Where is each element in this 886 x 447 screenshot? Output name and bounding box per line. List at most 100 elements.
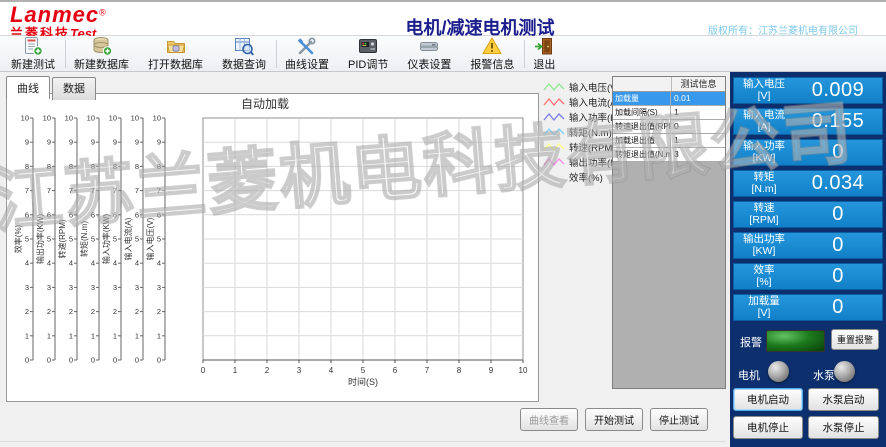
copyright-text: 版权所有：江苏兰菱机电有限公司 [708, 22, 858, 37]
toolbar-button-label: 退出 [533, 56, 555, 72]
toolbar-button[interactable]: 打开数据库 [143, 37, 208, 71]
app-header: Lanmec® 兰菱科技Test 电机/减速电机测试 版权所有：江苏兰菱机电有限… [0, 0, 886, 36]
param-value: 3 [671, 148, 725, 161]
start-test-button[interactable]: 开始测试 [585, 408, 643, 431]
pump-stop-button[interactable]: 水泵停止 [808, 416, 879, 439]
svg-text:转速(RPM): 转速(RPM) [57, 219, 67, 258]
svg-text:时间(S): 时间(S) [348, 376, 378, 387]
svg-text:10: 10 [21, 114, 29, 123]
test-info-table: 测试信息 加载量 0.01 加载间隔(S) 1 转速退出值(RPM) 0 [612, 76, 726, 389]
registered-mark: ® [99, 8, 106, 18]
curve-settings-icon [297, 36, 317, 56]
pid-tuning-icon [358, 36, 378, 56]
svg-text:1: 1 [157, 331, 161, 340]
svg-text:10: 10 [109, 114, 117, 123]
toolbar-button[interactable]: 数据查询 [217, 37, 271, 71]
test-info-row[interactable]: 加载退出值 1 [613, 134, 725, 148]
measurement-unit: [KW] [734, 246, 794, 258]
tab-label: 曲线 [17, 83, 39, 95]
measurement-value: 0 [794, 265, 882, 288]
svg-text:7: 7 [25, 186, 29, 195]
tab-data[interactable]: 数据 [52, 77, 96, 100]
measurement-list: 输入电压 [V] 0.009 输入电流 [A] 0.155 输入功率 [733, 77, 883, 325]
svg-text:2: 2 [47, 307, 51, 316]
svg-text:7: 7 [157, 186, 161, 195]
svg-text:9: 9 [47, 138, 51, 147]
svg-text:8: 8 [157, 162, 161, 171]
stop-test-button[interactable]: 停止测试 [650, 408, 708, 431]
test-info-header-label: 测试信息 [672, 77, 725, 91]
svg-text:6: 6 [135, 210, 139, 219]
svg-text:8: 8 [91, 162, 95, 171]
svg-text:7: 7 [425, 366, 430, 375]
toolbar-button[interactable]: 退出 [528, 37, 560, 71]
svg-text:4: 4 [135, 259, 139, 268]
svg-text:1: 1 [69, 331, 73, 340]
svg-text:效率(%): 效率(%) [13, 224, 23, 253]
svg-text:5: 5 [361, 366, 366, 375]
tab-strip: 曲线 数据 [6, 76, 98, 99]
svg-text:9: 9 [113, 138, 117, 147]
measurement-cell: 输入功率 [KW] 0 [733, 139, 883, 166]
curve-view-button[interactable]: 曲线查看 [520, 408, 578, 431]
measurement-cell: 输入电压 [V] 0.009 [733, 77, 883, 104]
svg-text:7: 7 [91, 186, 95, 195]
svg-text:6: 6 [157, 210, 161, 219]
svg-text:4: 4 [91, 259, 95, 268]
svg-text:5: 5 [157, 235, 161, 244]
series-line-icon [543, 126, 565, 138]
svg-text:5: 5 [25, 235, 29, 244]
svg-text:2: 2 [25, 307, 29, 316]
toolbar-button-label: 仪表设置 [407, 56, 451, 72]
svg-text:2: 2 [157, 307, 161, 316]
measurement-unit: [V] [734, 91, 794, 103]
toolbar-button[interactable]: 仪表设置 [402, 37, 456, 71]
svg-text:3: 3 [69, 283, 73, 292]
svg-text:3: 3 [25, 283, 29, 292]
measurement-value: 0 [794, 141, 882, 164]
svg-text:0: 0 [157, 356, 161, 365]
motor-start-button[interactable]: 电机启动 [733, 388, 803, 411]
test-info-row[interactable]: 加载量 0.01 [613, 92, 725, 106]
svg-text:4: 4 [47, 259, 51, 268]
svg-text:1: 1 [135, 331, 139, 340]
toolbar-button[interactable]: 新建测试 [6, 37, 60, 71]
toolbar-button-label: 数据查询 [222, 56, 266, 72]
exit-icon [534, 36, 554, 56]
pump-start-button[interactable]: 水泵启动 [808, 388, 879, 411]
svg-text:10: 10 [153, 114, 161, 123]
test-info-row[interactable]: 转速退出值(RPM) 0 [613, 120, 725, 134]
series-line-icon [543, 111, 565, 123]
toolbar-button[interactable]: 报警信息 [465, 37, 519, 71]
tab-curve[interactable]: 曲线 [6, 76, 50, 99]
test-info-row[interactable]: 加载间隔(S) 1 [613, 106, 725, 120]
test-info-row[interactable]: 转矩退出值(N.m) 3 [613, 148, 725, 162]
svg-text:0: 0 [47, 356, 51, 365]
toolbar-button-label: 报警信息 [470, 56, 514, 72]
open-database-icon [166, 36, 186, 56]
motor-stop-button[interactable]: 电机停止 [733, 416, 803, 439]
reset-alarm-button[interactable]: 重置报警 [831, 329, 879, 350]
svg-text:2: 2 [265, 366, 270, 375]
toolbar: 新建测试 新建数据库 打开数据库 数据查询 曲线设置 PID调节 仪表设置 [0, 36, 886, 72]
toolbar-button[interactable]: PID调节 [343, 37, 393, 71]
toolbar-button-label: PID调节 [348, 56, 388, 72]
table-empty-area [613, 162, 725, 388]
series-line-icon [543, 81, 565, 93]
param-value: 1 [671, 106, 725, 119]
tab-label: 数据 [63, 83, 85, 95]
svg-text:7: 7 [135, 186, 139, 195]
svg-text:1: 1 [47, 331, 51, 340]
svg-text:5: 5 [113, 235, 117, 244]
svg-text:5: 5 [47, 235, 51, 244]
measurement-panel: 输入电压 [V] 0.009 输入电流 [A] 0.155 输入功率 [730, 72, 886, 447]
toolbar-button[interactable]: 新建数据库 [69, 37, 134, 71]
toolbar-button[interactable]: 曲线设置 [280, 37, 334, 71]
svg-text:9: 9 [25, 138, 29, 147]
bottom-divider [0, 441, 726, 442]
measurement-cell: 转速 [RPM] 0 [733, 201, 883, 228]
chart-panel: 自动加载012345678910时间(S)012345678910效率(%)01… [6, 93, 539, 402]
svg-text:9: 9 [91, 138, 95, 147]
svg-text:4: 4 [157, 259, 161, 268]
svg-text:7: 7 [69, 186, 73, 195]
